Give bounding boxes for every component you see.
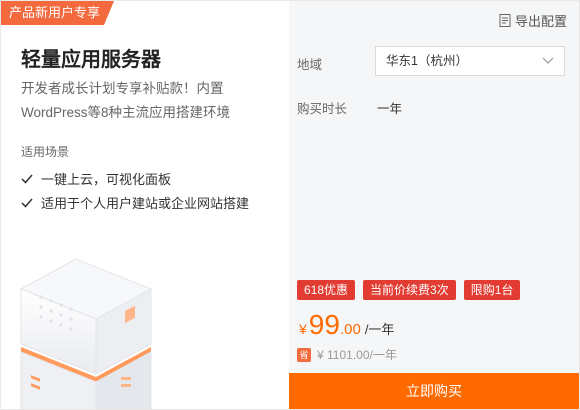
region-select[interactable]: 华东1（杭州） (375, 46, 565, 76)
feature-item: 一键上云，可视化面板 (21, 169, 171, 188)
check-icon (21, 198, 33, 208)
scenario-title: 适用场景 (21, 145, 70, 159)
document-export-icon (499, 14, 511, 27)
region-label: 地域 (297, 58, 323, 72)
price-integer: 99 (308, 309, 340, 340)
original-price: 省 ¥ 1101.00 /一年 (297, 346, 397, 363)
check-icon (21, 174, 33, 184)
duration-label: 购买时长 (297, 102, 348, 116)
badge-618: 618优惠 (297, 280, 356, 300)
export-config-button[interactable]: 导出配置 (499, 11, 567, 30)
export-config-label: 导出配置 (514, 14, 567, 29)
product-description: 开发者成长计划专享补贴款！内置WordPress等8种主流应用搭建环境 (21, 81, 231, 120)
savings-tag: 省 (297, 347, 311, 362)
price-unit: /一年 (364, 322, 395, 337)
badge-limit: 限购1台 (463, 280, 521, 300)
price-decimal: .00 (339, 321, 361, 338)
original-price-value: ¥ 1101.00 (317, 347, 370, 362)
server-stack-illustration (19, 258, 153, 409)
product-title: 轻量应用服务器 (21, 49, 161, 71)
new-user-promo-tag: 产品新用户专享 (1, 1, 114, 25)
promo-badges: 618优惠 当前价续费3次 限购1台 (297, 280, 521, 300)
region-value: 华东1（杭州） (386, 54, 468, 68)
feature-label: 一键上云，可视化面板 (41, 172, 172, 187)
currency-symbol: ¥ (299, 321, 307, 337)
product-card: 产品新用户专享 轻量应用服务器 开发者成长计划专享补贴款！内置WordPress… (0, 0, 580, 410)
buy-now-button[interactable]: 立即购买 (289, 373, 579, 409)
badge-renewal: 当前价续费3次 (363, 280, 456, 300)
purchase-config-panel: 导出配置 地域 华东1（杭州） 购买时长 一年 618优惠 当前价续费3次 限购… (289, 1, 579, 409)
feature-label: 适用于个人用户建站或企业网站搭建 (41, 196, 250, 211)
product-info-panel: 产品新用户专享 轻量应用服务器 开发者成长计划专享补贴款！内置WordPress… (1, 1, 289, 409)
chevron-down-icon (542, 57, 554, 64)
original-price-unit: /一年 (369, 348, 397, 362)
duration-value: 一年 (377, 102, 403, 116)
feature-item: 适用于个人用户建站或企业网站搭建 (21, 193, 249, 212)
current-price: ¥ 99 .00 /一年 (299, 309, 394, 341)
